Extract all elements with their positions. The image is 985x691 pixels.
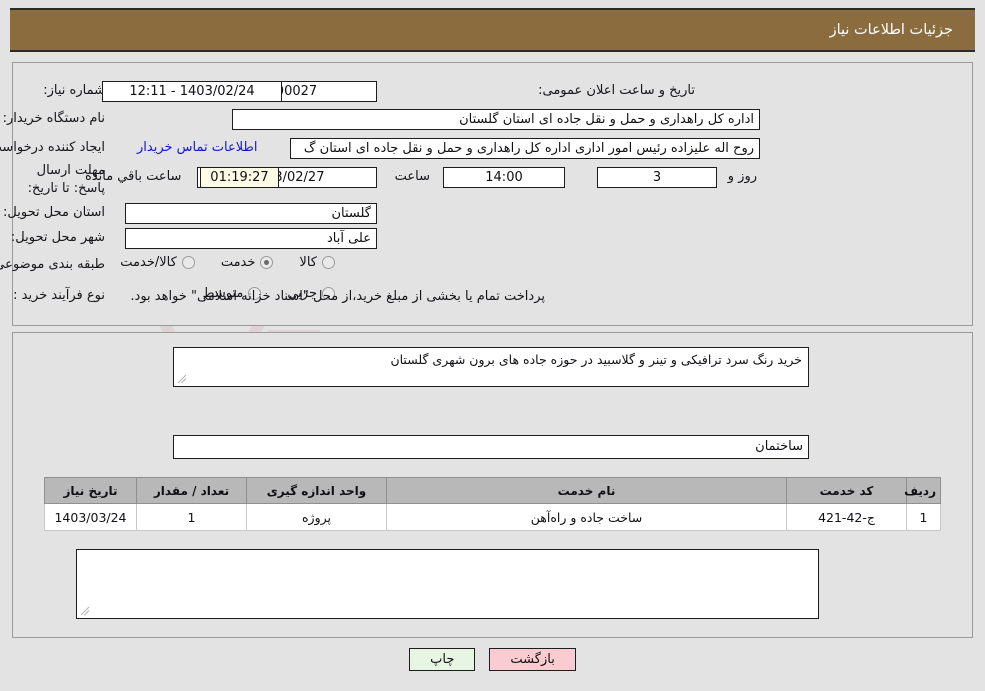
radio-option-kala[interactable]: کالا xyxy=(299,255,335,270)
table-row: 1 ج-42-421 ساخت جاده و راه‌آهن پروژه 1 1… xyxy=(44,503,941,531)
resize-grip-icon[interactable] xyxy=(177,374,187,384)
print-button[interactable]: چاپ xyxy=(409,648,476,671)
announce-datetime-label: تاریخ و ساعت اعلان عمومی: xyxy=(538,83,695,98)
cell-quantity: 1 xyxy=(136,503,247,531)
radio-icon-kala-khedmat[interactable] xyxy=(181,256,195,269)
services-table: ردیف کد خدمت نام خدمت واحد اندازه گیری ت… xyxy=(44,477,941,531)
col-header-unit: واحد اندازه گیری xyxy=(246,477,387,504)
col-header-name: نام خدمت xyxy=(386,477,787,504)
deadline-time-field[interactable]: 14:00 xyxy=(443,167,565,188)
payment-note: پرداخت تمام یا بخشی از مبلغ خرید،از محل … xyxy=(130,289,545,304)
cell-need-date: 1403/03/24 xyxy=(44,503,137,531)
request-creator-label: ایجاد کننده درخواست: xyxy=(0,140,105,155)
action-button-row: بازگشت چاپ xyxy=(0,648,985,671)
delivery-city-label: شهر محل تحویل: xyxy=(10,230,105,245)
general-description-text: خرید رنگ سرد ترافیکی و تینر و گلاسبید در… xyxy=(390,352,802,367)
cell-name: ساخت جاده و راه‌آهن xyxy=(386,503,787,531)
buyer-contact-link[interactable]: اطلاعات تماس خریدار xyxy=(137,140,257,155)
remaining-days-field[interactable]: 3 xyxy=(597,167,717,188)
purchase-process-label: نوع فرآیند خرید : xyxy=(13,288,105,303)
radio-icon-kala[interactable] xyxy=(322,256,335,269)
col-header-index: ردیف xyxy=(904,477,941,504)
need-number-label: شماره نیاز: xyxy=(43,83,105,98)
cell-code: ج-42-421 xyxy=(786,503,907,531)
cell-index: 1 xyxy=(906,503,941,531)
resize-grip-icon-notes[interactable] xyxy=(80,606,90,616)
radio-label-kala-khedmat: کالا/خدمت xyxy=(120,255,177,270)
page-header-bar: جزئیات اطلاعات نیاز xyxy=(10,8,975,52)
days-label: روز و xyxy=(727,169,757,184)
radio-label-khedmat: خدمت xyxy=(220,255,256,270)
col-header-date: تاریخ نیاز xyxy=(44,477,137,504)
request-creator-field[interactable]: روح اله علیزاده رئیس امور اداری اداره کل… xyxy=(290,138,760,159)
buyer-org-label: نام دستگاه خریدار: xyxy=(2,111,105,126)
col-header-qty: تعداد / مقدار xyxy=(136,477,247,504)
buyer-notes-textarea[interactable] xyxy=(76,549,819,619)
need-details-page: AriaTender.net AriaTender.net جزئیات اطل… xyxy=(0,0,985,691)
general-description-textarea[interactable]: خرید رنگ سرد ترافیکی و تینر و گلاسبید در… xyxy=(173,347,809,387)
countdown-timer-field: 01:19:27 xyxy=(200,167,279,188)
subject-category-label: طبقه بندی موضوعی: xyxy=(0,257,105,272)
service-group-field[interactable]: ساختمان xyxy=(173,435,809,459)
radio-option-khedmat[interactable]: خدمت xyxy=(221,255,274,270)
delivery-province-field[interactable]: گلستان xyxy=(125,203,377,224)
cell-unit: پروژه xyxy=(246,503,387,531)
announce-datetime-field[interactable]: 1403/02/24 - 12:11 xyxy=(102,81,282,102)
radio-label-kala: کالا xyxy=(299,255,317,270)
page-title: جزئیات اطلاعات نیاز xyxy=(829,22,953,38)
delivery-city-field[interactable]: علی آباد xyxy=(125,228,377,249)
subject-category-radios: کالا خدمت کالا/خدمت xyxy=(120,255,335,270)
radio-icon-khedmat[interactable] xyxy=(260,256,274,269)
back-button[interactable]: بازگشت xyxy=(489,648,576,671)
table-header-row: ردیف کد خدمت نام خدمت واحد اندازه گیری ت… xyxy=(44,477,941,504)
hour-label: ساعت xyxy=(394,169,430,184)
radio-option-kala-khedmat[interactable]: کالا/خدمت xyxy=(120,255,195,270)
col-header-code: کد خدمت xyxy=(786,477,907,504)
countdown-label: ساعت باقي مانده xyxy=(85,169,182,184)
buyer-org-field[interactable]: اداره کل راهداری و حمل و نقل جاده ای است… xyxy=(232,109,760,130)
delivery-province-label: استان محل تحویل: xyxy=(3,205,105,220)
